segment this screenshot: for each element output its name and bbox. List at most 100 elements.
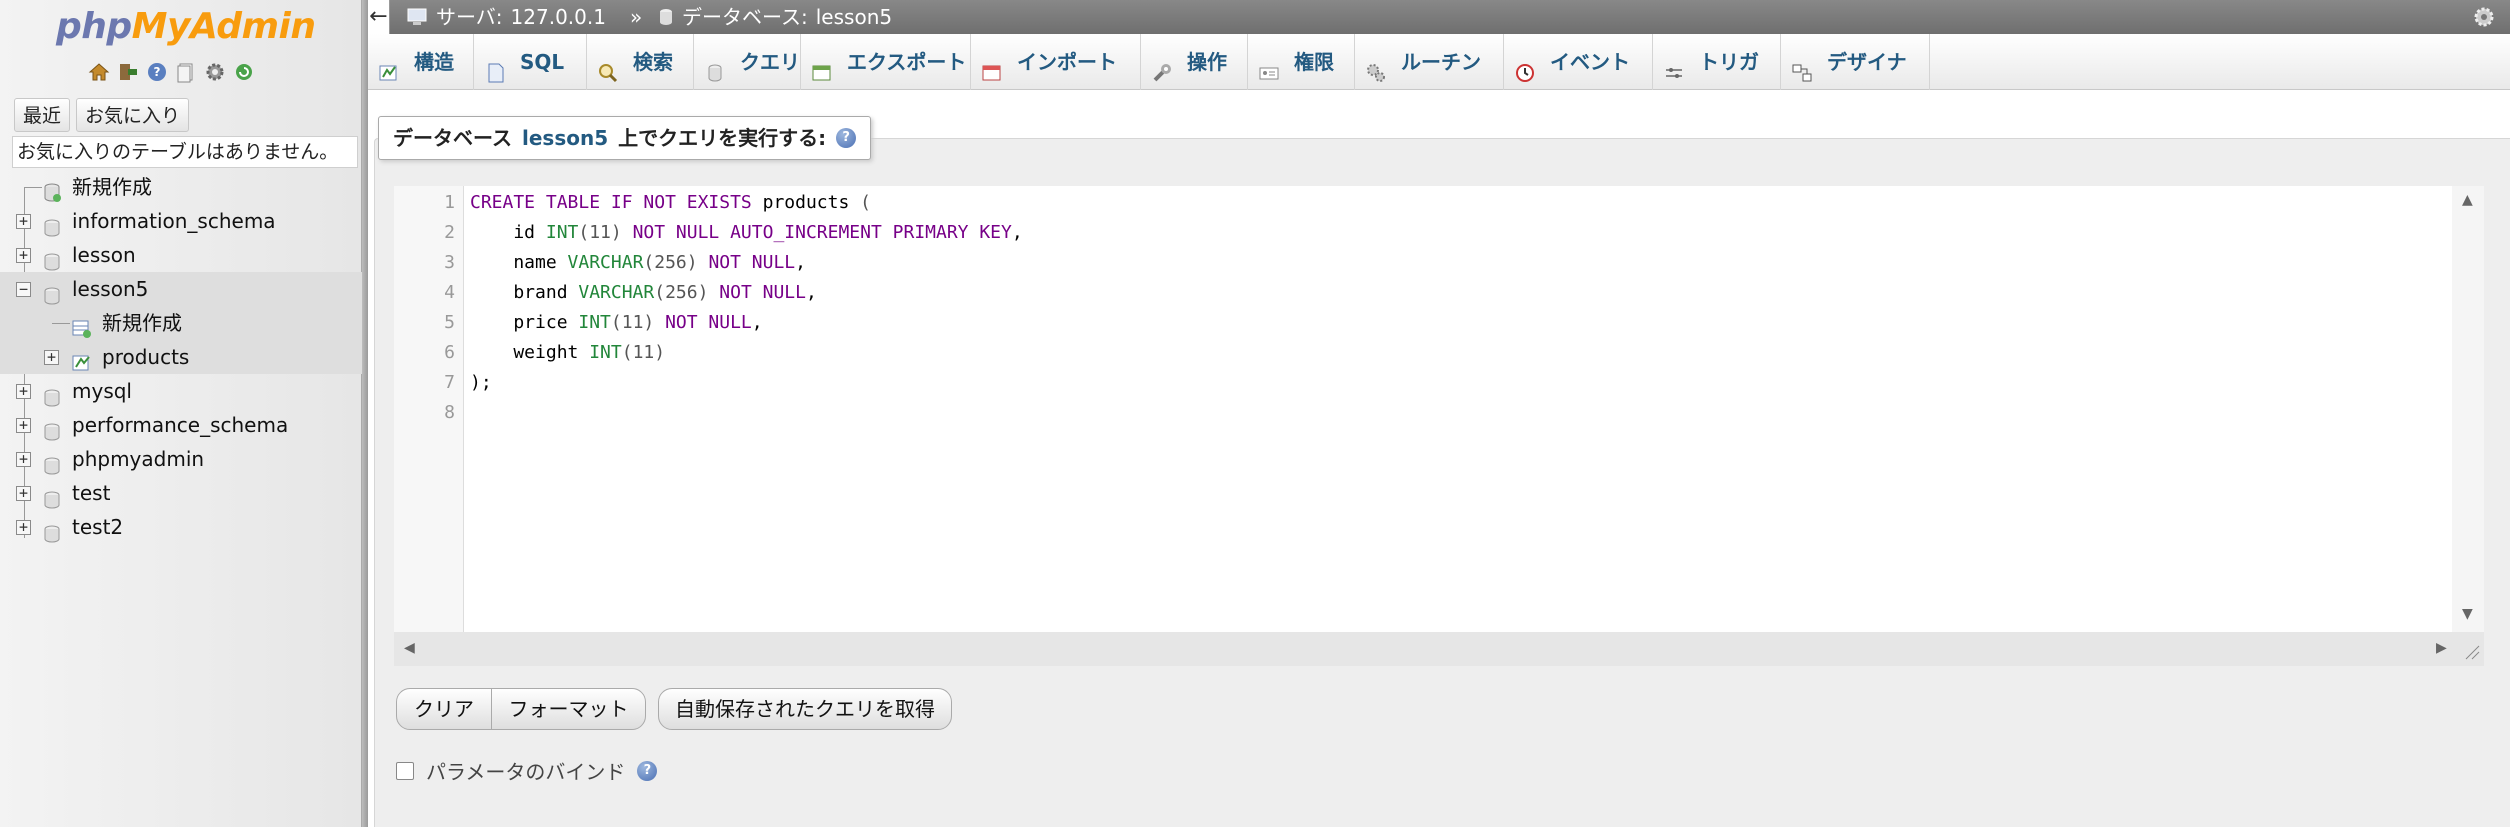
back-arrow-icon[interactable]: ← [368,0,390,34]
line-number: 8 [444,402,455,423]
settings-icon[interactable] [2472,5,2496,29]
code-line[interactable]: id INT(11) NOT NULL AUTO_INCREMENT PRIMA… [470,222,1022,243]
tree-db-mysql[interactable]: + mysql [0,374,362,408]
reload-icon[interactable] [233,61,255,83]
expand-icon[interactable]: + [44,350,59,365]
tree-db-information-schema[interactable]: + information_schema [0,204,362,238]
sql-icon [484,51,506,83]
database-icon [44,519,60,543]
line-number: 3 [444,252,455,273]
database-name: test [72,481,111,505]
search-icon [597,51,619,83]
tab-sql[interactable]: SQL [474,34,587,90]
expand-icon[interactable]: + [16,486,31,501]
tab-privileges[interactable]: 権限 [1248,34,1355,90]
code-token: (11) [610,312,666,333]
tab-query[interactable]: クエリ [694,34,801,90]
tab-label: ルーチン [1401,50,1481,74]
tree-lesson5-new-table[interactable]: 新規作成 [0,306,362,340]
expand-icon[interactable]: + [16,214,31,229]
line-number: 1 [444,192,455,213]
format-button[interactable]: フォーマット [491,688,646,730]
bind-parameters-checkbox[interactable] [396,761,414,780]
tree-db-test2[interactable]: + test2 [0,510,362,544]
tree-db-performance-schema[interactable]: + performance_schema [0,408,362,442]
legend-database-link[interactable]: lesson5 [522,117,608,159]
code-token: , [751,312,763,333]
help-icon[interactable]: ? [146,61,168,83]
tree-db-test[interactable]: + test [0,476,362,510]
breadcrumb-separator: » [630,5,643,29]
code-line[interactable]: ); [470,372,492,393]
designer-icon [1791,51,1813,82]
sql-editor[interactable]: 1 2 3 4 5 6 7 8 CREATE TABLE IF NOT EXIS… [394,186,2484,666]
recent-tab[interactable]: 最近 [14,98,71,132]
new-database-icon [44,179,61,202]
tree-db-phpmyadmin[interactable]: + phpmyadmin [0,442,362,476]
code-token: INT [589,342,622,363]
code-token: NOT NULL [708,252,796,273]
scroll-right-icon[interactable]: ▶ [2436,640,2447,656]
tree-db-lesson5[interactable]: − lesson5 [0,272,362,306]
tab-events[interactable]: イベント [1504,34,1653,90]
tab-designer[interactable]: デザイナ [1781,34,1930,90]
scroll-left-icon[interactable]: ◀ [404,640,415,656]
tree-db-lesson[interactable]: + lesson [0,238,362,272]
tab-label: イベント [1550,50,1630,74]
tab-routines[interactable]: ルーチン [1355,34,1504,90]
resize-grip-icon[interactable] [2464,644,2480,664]
code-line[interactable]: brand VARCHAR(256) NOT NULL, [470,282,816,303]
vertical-scrollbar[interactable]: ▲ ▼ [2452,186,2484,632]
tab-operations[interactable]: 操作 [1141,34,1248,90]
database-name: mysql [72,379,132,403]
breadcrumb-server[interactable]: サーバ: 127.0.0.1 [406,0,606,34]
code-line[interactable]: CREATE TABLE IF NOT EXISTS products ( [470,192,871,213]
new-table-icon [72,315,91,338]
tree-table-products[interactable]: + products [0,340,362,374]
home-icon[interactable] [88,61,110,83]
code-line[interactable]: weight INT(11) [470,342,665,363]
tab-triggers[interactable]: トリガ [1653,34,1781,90]
tab-structure[interactable]: 構造 [368,34,474,90]
scroll-down-icon[interactable]: ▼ [2462,606,2473,622]
database-icon [44,383,60,407]
expand-icon[interactable]: + [16,520,31,535]
bind-parameters-label[interactable]: パラメータのバインド [426,756,625,785]
tab-label: 操作 [1187,50,1227,74]
clear-button[interactable]: クリア [396,688,492,730]
code-token: NOT NULL AUTO_INCREMENT PRIMARY KEY [632,222,1012,243]
expand-icon[interactable]: + [16,452,31,467]
code-line[interactable]: price INT(11) NOT NULL, [470,312,763,333]
export-icon [811,51,833,81]
expand-icon[interactable]: + [16,418,31,433]
tree-new-database[interactable]: 新規作成 [0,170,362,204]
code-token: NOT NULL [665,312,752,333]
docs-icon[interactable] [175,61,197,83]
tab-export[interactable]: エクスポート [801,34,971,90]
horizontal-scrollbar[interactable]: ◀ ▶ [394,632,2484,666]
line-number: 2 [444,222,455,243]
tab-search[interactable]: 検索 [587,34,694,90]
collapse-icon[interactable]: − [16,282,31,297]
breadcrumb-database[interactable]: データベース: lesson5 [658,0,892,34]
favorites-tab[interactable]: お気に入り [76,98,190,132]
server-value: 127.0.0.1 [510,5,606,29]
tab-import[interactable]: インポート [971,34,1141,90]
scroll-up-icon[interactable]: ▲ [2462,192,2473,208]
phpmyadmin-logo[interactable]: phpMyAdmin [56,6,316,47]
help-icon[interactable]: ? [637,760,658,781]
database-name: lesson5 [72,277,149,301]
code-token: (256) [654,282,720,303]
server-label: サーバ: [436,5,503,29]
logout-icon[interactable] [117,61,139,83]
code-line[interactable]: name VARCHAR(256) NOT NULL, [470,252,806,273]
line-number: 5 [444,312,455,333]
expand-icon[interactable]: + [16,384,31,399]
get-autosaved-query-button[interactable]: 自動保存されたクエリを取得 [658,688,952,730]
help-icon[interactable]: ? [836,128,857,148]
query-icon [704,51,726,82]
code-token: brand [470,282,579,303]
expand-icon[interactable]: + [16,248,31,263]
server-icon [407,8,427,25]
settings-icon[interactable] [204,61,226,83]
